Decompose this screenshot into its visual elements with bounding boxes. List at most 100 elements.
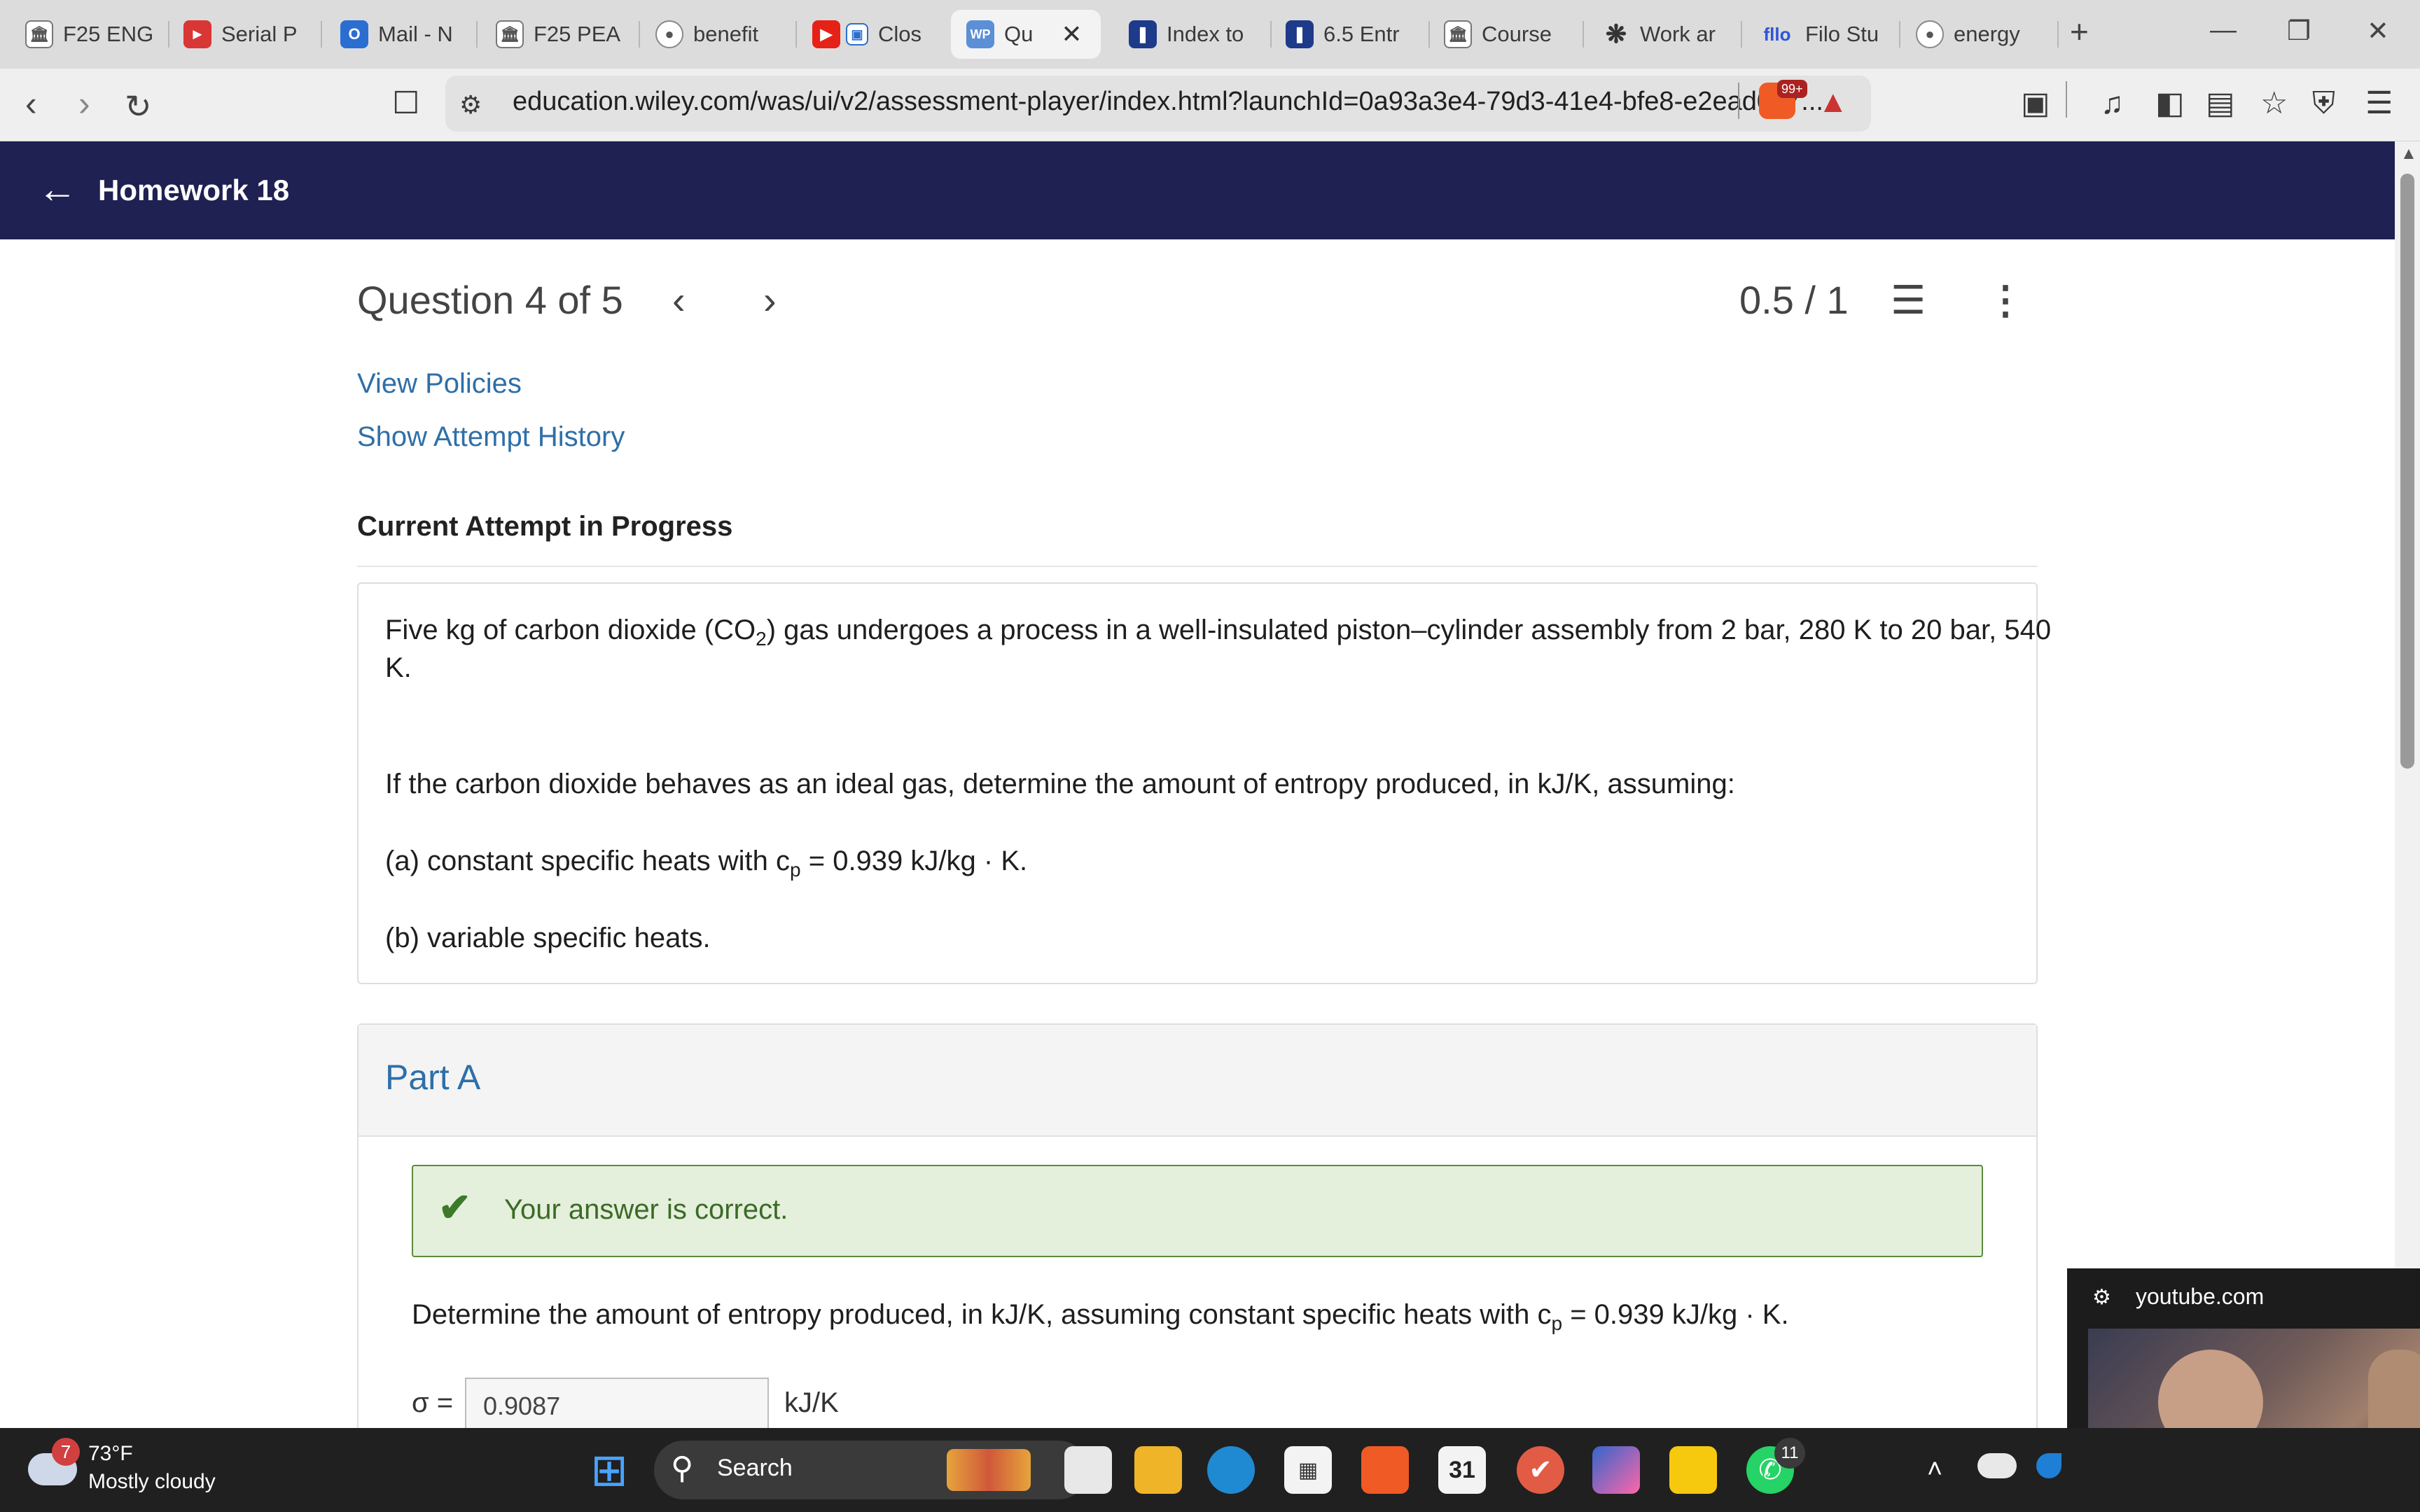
tab-closed-youtube[interactable]: ▶ ▣ Clos: [812, 10, 952, 59]
toolbar-divider: [2066, 81, 2067, 118]
sticky-notes-icon[interactable]: [1669, 1446, 1717, 1494]
tab-separator: [639, 21, 640, 48]
url-text[interactable]: education.wiley.com/was/ui/v2/assessment…: [513, 87, 1823, 117]
tab-filo[interactable]: fllo Filo Stu: [1759, 10, 1899, 59]
filo-icon: fllo: [1763, 23, 1791, 45]
favorites-icon[interactable]: ☆: [2260, 87, 2288, 120]
tab-index[interactable]: ❚ Index to: [1129, 10, 1269, 59]
question-part-a: (a) constant specific heats with cp = 0.…: [385, 846, 1028, 881]
tab-course[interactable]: 🏛 Course: [1444, 10, 1584, 59]
search-label: Search: [717, 1455, 793, 1481]
checkmark-icon: ✔: [438, 1185, 471, 1229]
reload-icon[interactable]: ↻: [125, 87, 152, 126]
tab-separator: [795, 21, 797, 48]
tab-label: Mail - N: [378, 22, 453, 46]
tab-separator: [168, 21, 169, 48]
file-explorer-icon[interactable]: [1134, 1446, 1182, 1494]
tab-benefits[interactable]: ● benefit: [655, 10, 795, 59]
openai-icon: ❋: [1605, 20, 1627, 48]
bank-icon: 🏛: [25, 20, 53, 48]
windows-start-icon[interactable]: ⊞: [585, 1445, 633, 1495]
attempt-status: Current Attempt in Progress: [357, 511, 733, 542]
whatsapp-badge: 11: [1774, 1438, 1805, 1469]
more-options-icon[interactable]: ⋮: [1986, 277, 2025, 323]
tab-label: Work ar: [1640, 22, 1716, 46]
calendar-icon[interactable]: 31: [1438, 1446, 1486, 1494]
brave-rewards-icon[interactable]: ▲: [1818, 85, 1849, 119]
part-a-header[interactable]: [359, 1025, 2036, 1137]
close-tab-icon[interactable]: ✕: [1061, 20, 1082, 49]
tab-label: 6.5 Entr: [1323, 22, 1400, 46]
onedrive-icon[interactable]: [1977, 1453, 2017, 1478]
pip-source: youtube.com: [2136, 1284, 2265, 1309]
search-icon: ⚲: [671, 1451, 694, 1485]
tab-label: Index to: [1167, 22, 1244, 46]
address-divider: [1738, 83, 1739, 119]
red-app-icon: ►: [183, 20, 211, 48]
question-text-line2: If the carbon dioxide behaves as an idea…: [385, 769, 1735, 799]
next-question-icon[interactable]: ›: [763, 277, 777, 323]
minimize-icon[interactable]: —: [2210, 15, 2237, 46]
question-list-icon[interactable]: ☰: [1891, 277, 1926, 323]
tab-work[interactable]: ❋ Work ar: [1602, 10, 1742, 59]
tab-mail[interactable]: O Mail - N: [340, 10, 473, 59]
restore-icon[interactable]: ❐: [2287, 15, 2311, 47]
back-to-assignment-icon[interactable]: ←: [38, 168, 77, 210]
divider: [357, 566, 2038, 567]
tab-separator: [476, 21, 478, 48]
onedrive-blue-icon[interactable]: [2036, 1453, 2061, 1478]
tab-separator: [1583, 21, 1584, 48]
sidebar-icon[interactable]: ◧: [2155, 87, 2185, 120]
task-view-icon[interactable]: [1064, 1446, 1112, 1494]
tab-energy[interactable]: ● energy: [1916, 10, 2056, 59]
reader-mode-icon[interactable]: ▣: [2021, 87, 2050, 120]
weather-condition[interactable]: Mostly cloudy: [88, 1470, 216, 1494]
wallet-icon[interactable]: ▤: [2206, 87, 2235, 120]
todo-icon[interactable]: ✔: [1517, 1446, 1564, 1494]
temperature[interactable]: 73°F: [88, 1442, 133, 1466]
tab-label: F25 PEA: [534, 22, 621, 46]
close-window-icon[interactable]: ✕: [2367, 15, 2389, 47]
tab-separator: [1741, 21, 1742, 48]
tab-label: Course: [1482, 22, 1552, 46]
tab-serial[interactable]: ► Serial P: [183, 10, 317, 59]
brave-icon: ●: [655, 20, 683, 48]
tab-f25-eng[interactable]: 🏛 F25 ENG: [25, 10, 165, 59]
forward-icon[interactable]: ›: [78, 84, 90, 123]
assignment-title[interactable]: Homework 18: [98, 174, 289, 207]
tab-separator: [321, 21, 322, 48]
bookmark-icon: ❚: [1129, 20, 1157, 48]
media-icon[interactable]: ♫: [2101, 87, 2124, 120]
edge-icon[interactable]: [1207, 1446, 1255, 1494]
tab-separator: [2057, 21, 2059, 48]
youtube-icon: ▶: [812, 20, 840, 48]
scrollbar-thumb[interactable]: [2400, 174, 2414, 769]
previous-question-icon[interactable]: ‹: [672, 277, 686, 323]
question-text-line1: Five kg of carbon dioxide (CO2) gas unde…: [385, 615, 2052, 650]
copilot-icon[interactable]: [1592, 1446, 1640, 1494]
question-counter: Question 4 of 5: [357, 278, 623, 322]
tab-separator: [1899, 21, 1900, 48]
tab-separator: [1270, 21, 1272, 48]
vpn-shield-icon[interactable]: ⛨: [2312, 87, 2335, 120]
tab-f25-pea[interactable]: 🏛 F25 PEA: [496, 10, 636, 59]
wp-icon: WP: [966, 20, 994, 48]
site-settings-icon[interactable]: ⚙: [2092, 1285, 2111, 1310]
search-highlight-icon[interactable]: [947, 1449, 1031, 1491]
brave-browser-icon[interactable]: [1361, 1446, 1409, 1494]
site-settings-icon[interactable]: ⚙: [459, 88, 482, 122]
tab-active-wileyplus[interactable]: WP Qu ✕: [951, 10, 1101, 59]
tray-overflow-icon[interactable]: ˄: [1927, 1455, 1942, 1485]
sigma-label: σ =: [412, 1387, 454, 1418]
scroll-up-icon[interactable]: ▲: [2400, 144, 2417, 164]
tab-entropy[interactable]: ❚ 6.5 Entr: [1286, 10, 1426, 59]
menu-icon[interactable]: ☰: [2365, 87, 2393, 120]
back-icon[interactable]: ‹: [25, 84, 37, 123]
show-attempt-history-link[interactable]: Show Attempt History: [357, 421, 625, 453]
new-tab-icon[interactable]: +: [2070, 13, 2089, 50]
bookmark-page-icon[interactable]: ☐: [392, 87, 419, 120]
store-icon[interactable]: ▦: [1284, 1446, 1332, 1494]
outlook-icon: O: [340, 20, 368, 48]
brave-icon: ●: [1916, 20, 1944, 48]
view-policies-link[interactable]: View Policies: [357, 368, 522, 400]
